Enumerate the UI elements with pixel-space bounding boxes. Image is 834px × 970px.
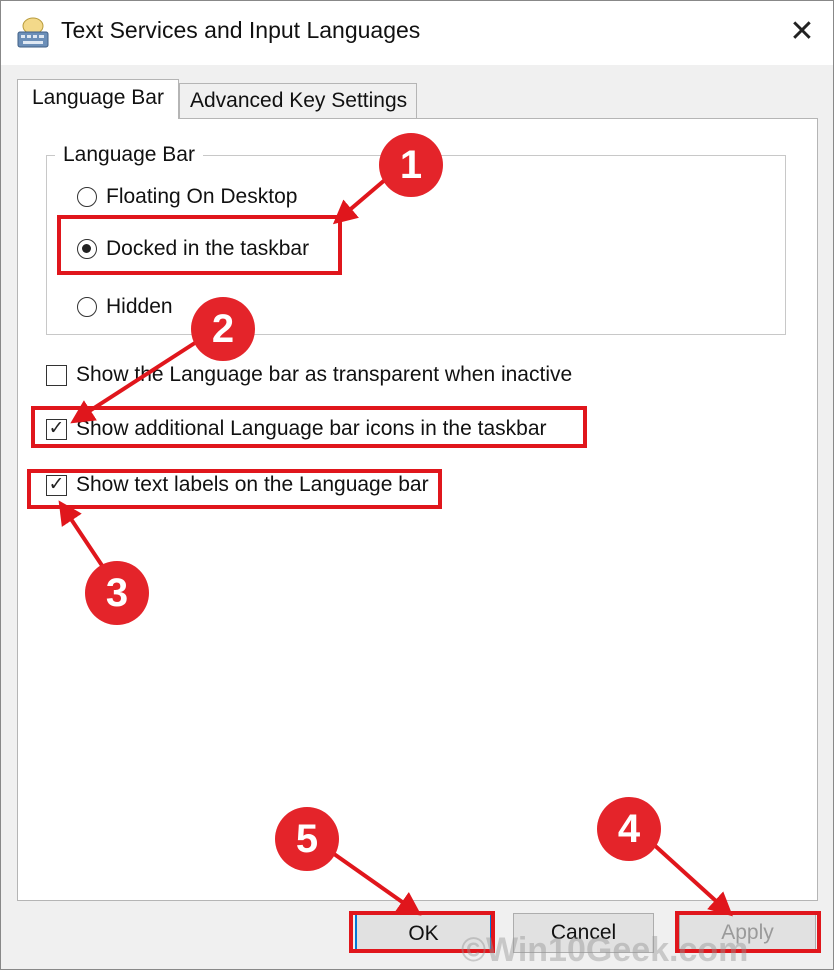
title-bar: Text Services and Input Languages ✕ — [1, 1, 833, 65]
radio-button-selected[interactable] — [77, 239, 97, 259]
checkbox-box-checked[interactable]: ✓ — [46, 418, 67, 440]
dialog-window: Text Services and Input Languages ✕ Lang… — [0, 0, 834, 970]
keyboard-icon — [17, 17, 49, 48]
watermark: ©Win10Geek.com — [461, 931, 749, 969]
tab-language-bar[interactable]: Language Bar — [17, 79, 179, 119]
checkbox-box[interactable] — [46, 364, 67, 386]
window-title: Text Services and Input Languages — [61, 17, 421, 43]
step-badge-1: 1 — [379, 133, 443, 197]
radio-floating-on-desktop[interactable]: Floating On Desktop — [77, 185, 297, 209]
close-button[interactable]: ✕ — [779, 9, 825, 55]
radio-button[interactable] — [77, 297, 97, 317]
checkbox-transparent-when-inactive[interactable]: Show the Language bar as transparent whe… — [46, 363, 572, 387]
checkbox-box-checked[interactable]: ✓ — [46, 474, 67, 496]
radio-docked-in-taskbar[interactable]: Docked in the taskbar — [77, 237, 309, 261]
step-badge-2: 2 — [191, 297, 255, 361]
radio-hidden[interactable]: Hidden — [77, 295, 173, 319]
checkbox-text-labels[interactable]: ✓ Show text labels on the Language bar — [46, 473, 429, 497]
radio-label: Hidden — [106, 295, 173, 318]
checkbox-additional-icons[interactable]: ✓ Show additional Language bar icons in … — [46, 417, 547, 441]
checkbox-label: Show the Language bar as transparent whe… — [76, 363, 573, 386]
groupbox-legend: Language Bar — [55, 143, 203, 167]
step-badge-3: 3 — [85, 561, 149, 625]
checkbox-label: Show additional Language bar icons in th… — [76, 417, 547, 440]
radio-label: Docked in the taskbar — [106, 237, 310, 260]
radio-button[interactable] — [77, 187, 97, 207]
step-badge-5: 5 — [275, 807, 339, 871]
checkbox-label: Show text labels on the Language bar — [76, 473, 429, 496]
radio-label: Floating On Desktop — [106, 185, 298, 208]
tab-advanced-key-settings[interactable]: Advanced Key Settings — [179, 83, 417, 118]
step-badge-4: 4 — [597, 797, 661, 861]
